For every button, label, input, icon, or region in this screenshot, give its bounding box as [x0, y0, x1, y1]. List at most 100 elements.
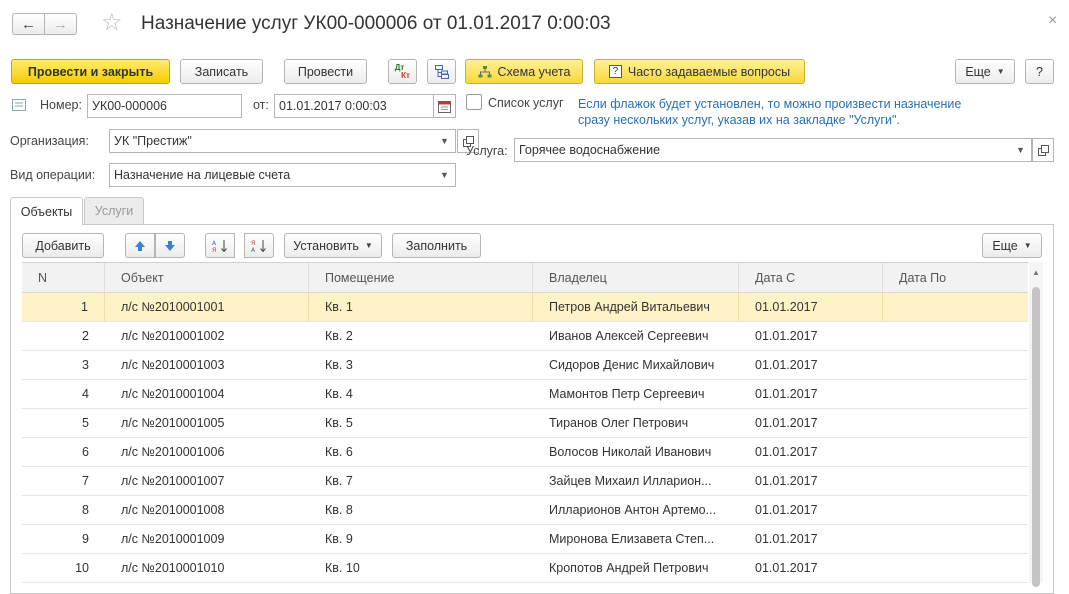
services-list-checkbox[interactable]: [466, 94, 482, 110]
table-row[interactable]: 3 л/с №2010001003 Кв. 3 Сидоров Денис Михай…: [22, 351, 1028, 380]
sort-ascending-button[interactable]: А Я: [205, 233, 235, 258]
column-header-object[interactable]: Объект: [105, 263, 309, 293]
open-window-icon: [1037, 144, 1049, 156]
scroll-up-icon[interactable]: ▲: [1032, 268, 1040, 277]
svg-text:Я: Я: [251, 240, 255, 247]
cell-room: Кв. 4: [325, 387, 353, 401]
cell-room: Кв. 8: [325, 503, 353, 517]
faq-label: Часто задаваемые вопросы: [627, 64, 791, 79]
favorite-star-icon[interactable]: ☆: [101, 10, 123, 36]
cell-date-to: [883, 467, 1028, 495]
column-header-room[interactable]: Помещение: [309, 263, 533, 293]
close-icon[interactable]: ×: [1048, 12, 1057, 30]
arrow-right-icon: →: [53, 15, 68, 33]
cell-owner: Волосов Николай Иванович: [549, 445, 712, 459]
cell-object: л/с №2010001001: [105, 293, 309, 321]
cell-object: л/с №2010001006: [121, 445, 225, 459]
operation-type-dropdown-button[interactable]: ▼: [434, 163, 456, 187]
column-header-date-from[interactable]: Дата С: [739, 263, 883, 293]
more-label: Еще: [965, 64, 991, 79]
cell-date-from: 01.01.2017: [755, 474, 818, 488]
service-field[interactable]: Горячее водоснабжение: [514, 138, 1011, 162]
table-row[interactable]: 6 л/с №2010001006 Кв. 6 Волосов Николай Ива…: [22, 438, 1028, 467]
cell-date-to: [883, 438, 1028, 466]
cell-owner: Кропотов Андрей Петрович: [549, 561, 709, 575]
more-button[interactable]: Еще ▼: [955, 59, 1015, 84]
cell-n: 7: [82, 474, 89, 488]
organization-field[interactable]: УК "Престиж": [109, 129, 435, 153]
forward-button[interactable]: →: [44, 13, 77, 35]
table-row[interactable]: 4 л/с №2010001004 Кв. 4 Мамонтов Петр Серге…: [22, 380, 1028, 409]
cell-date-from: 01.01.2017: [755, 532, 818, 546]
cell-date-to: [883, 293, 1028, 321]
service-open-button[interactable]: [1032, 138, 1054, 162]
arrow-up-icon: [135, 240, 145, 251]
set-button[interactable]: Установить ▼: [284, 233, 382, 258]
structure-icon: [434, 64, 449, 79]
table-row[interactable]: 10 л/с №2010001010 Кв. 10 Кропотов Андрей П…: [22, 554, 1028, 583]
table-row[interactable]: 2 л/с №2010001002 Кв. 2 Иванов Алексей Серг…: [22, 322, 1028, 351]
dt-kt-button[interactable]: Дт Кт: [388, 59, 417, 84]
sort-descending-button[interactable]: Я А: [244, 233, 274, 258]
cell-n: 10: [75, 561, 89, 575]
cell-object: л/с №2010001003: [121, 358, 225, 372]
services-hint-line-2: сразу нескольких услуг, указав их на зак…: [578, 113, 900, 127]
scrollbar-thumb[interactable]: [1032, 287, 1040, 587]
dropdown-caret-icon: ▼: [1016, 145, 1025, 155]
arrow-left-icon: ←: [21, 15, 36, 33]
move-up-button[interactable]: [125, 233, 155, 258]
cell-n: 5: [82, 416, 89, 430]
cell-n: 6: [82, 445, 89, 459]
date-field[interactable]: 01.01.2017 0:00:03: [274, 94, 434, 118]
cell-object: л/с №2010001008: [121, 503, 225, 517]
cell-object: л/с №2010001007: [121, 474, 225, 488]
column-header-date-to[interactable]: Дата По: [883, 263, 1028, 293]
table-row[interactable]: 1 л/с №2010001001 Кв. 1 Петров Андрей Витал…: [22, 293, 1028, 322]
save-button[interactable]: Записать: [180, 59, 263, 84]
post-button[interactable]: Провести: [284, 59, 367, 84]
cell-room: Кв. 10: [325, 561, 360, 575]
cell-date-to: [883, 496, 1028, 524]
cell-date-from: 01.01.2017: [755, 561, 818, 575]
table-row[interactable]: 7 л/с №2010001007 Кв. 7 Зайцев Михаил Иллар…: [22, 467, 1028, 496]
cell-date-from: 01.01.2017: [755, 416, 818, 430]
move-down-button[interactable]: [155, 233, 185, 258]
cell-n: 3: [82, 358, 89, 372]
accounting-scheme-button[interactable]: Схема учета: [465, 59, 583, 84]
cell-room: Кв. 2: [325, 329, 353, 343]
post-and-close-button[interactable]: Провести и закрыть: [11, 59, 170, 84]
service-label: Услуга:: [466, 144, 508, 158]
operation-type-field[interactable]: Назначение на лицевые счета: [109, 163, 435, 187]
cell-n: 8: [82, 503, 89, 517]
cell-date-from: 01.01.2017: [755, 358, 818, 372]
tab-services[interactable]: Услуги: [84, 197, 144, 224]
tab-objects[interactable]: Объекты: [10, 197, 83, 225]
faq-button[interactable]: ? Часто задаваемые вопросы: [594, 59, 805, 84]
fill-button[interactable]: Заполнить: [392, 233, 481, 258]
table-row[interactable]: 8 л/с №2010001008 Кв. 8 Илларионов Антон Ар…: [22, 496, 1028, 525]
number-field[interactable]: УК00-000006: [87, 94, 242, 118]
calendar-icon: [438, 100, 451, 113]
dropdown-caret-icon: ▼: [996, 67, 1005, 76]
table-more-button[interactable]: Еще ▼: [982, 233, 1042, 258]
organization-dropdown-button[interactable]: ▼: [434, 129, 456, 153]
help-button[interactable]: ?: [1025, 59, 1054, 84]
structure-button[interactable]: [427, 59, 456, 84]
calendar-button[interactable]: [433, 94, 456, 118]
scheme-icon: [478, 65, 492, 77]
table-row[interactable]: 5 л/с №2010001005 Кв. 5 Тиранов Олег Петров…: [22, 409, 1028, 438]
cell-date-to: [883, 525, 1028, 553]
cell-owner: Сидоров Денис Михайлович: [549, 358, 715, 372]
column-header-owner[interactable]: Владелец: [533, 263, 739, 293]
cell-object: л/с №2010001002: [121, 329, 225, 343]
table-row[interactable]: 9 л/с №2010001009 Кв. 9 Миронова Елизавета …: [22, 525, 1028, 554]
column-header-n[interactable]: N: [22, 263, 105, 293]
service-dropdown-button[interactable]: ▼: [1010, 138, 1032, 162]
services-hint-line-1: Если флажок будет установлен, то можно п…: [578, 97, 962, 111]
cell-date-to: [883, 409, 1028, 437]
cell-room: Кв. 1: [309, 293, 533, 321]
operation-type-label: Вид операции:: [10, 168, 96, 182]
add-button[interactable]: Добавить: [22, 233, 104, 258]
table-scrollbar[interactable]: ▲: [1029, 262, 1043, 587]
back-button[interactable]: ←: [12, 13, 45, 35]
